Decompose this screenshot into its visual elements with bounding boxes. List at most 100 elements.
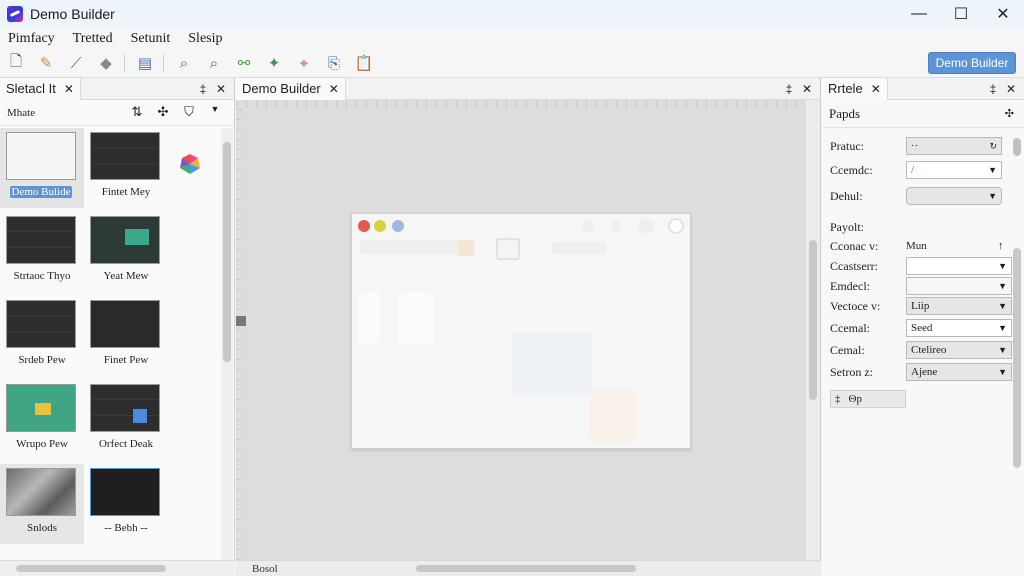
tab-properties[interactable]: Rrtele ✕ (822, 77, 888, 100)
property-dropdown[interactable]: Ajene ▼ (906, 363, 1012, 381)
chevron-down-icon[interactable]: ▼ (202, 104, 228, 120)
thumbnail-image (6, 468, 76, 516)
clipboard-icon[interactable]: 📋 (350, 51, 378, 75)
property-value: Mun (906, 240, 927, 252)
close-icon[interactable]: ✕ (871, 82, 881, 96)
list-item[interactable]: Demo Bulide (0, 128, 84, 208)
property-label: Emdecl: (830, 278, 870, 293)
property-value: / (911, 164, 915, 176)
title-bar: Demo Builder — ☐ ✕ (0, 0, 1024, 28)
canvas-vertical-scrollbar[interactable] (806, 100, 820, 560)
arrow-up-icon[interactable]: ↑ (998, 240, 1004, 252)
minimize-button[interactable]: — (898, 0, 940, 28)
copy-icon[interactable]: ⎘ (320, 51, 348, 75)
property-dropdown[interactable]: Liip ▼ (906, 297, 1012, 315)
filter-input[interactable]: Mhate (4, 104, 64, 122)
property-dropdown[interactable]: Seed ▼ (906, 319, 1012, 337)
wand-icon[interactable]: ✦ (260, 51, 288, 75)
property-dropdown[interactable]: / ▼ (906, 161, 1002, 179)
close-icon[interactable]: ✕ (212, 82, 230, 96)
demo-builder-button[interactable]: Demo Builder (928, 52, 1016, 74)
zoom-icon[interactable]: ⌕ (200, 51, 228, 75)
thumbnail-image (90, 132, 160, 180)
menu-item-4[interactable]: Slesip (188, 31, 222, 47)
pin-icon[interactable]: ⌖ (290, 51, 318, 75)
close-icon[interactable]: ✕ (798, 82, 816, 96)
sort-icon[interactable]: ⇅ (124, 104, 150, 120)
property-label: Vectoce v: (830, 298, 881, 313)
property-dropdown[interactable]: ▼ (906, 277, 1012, 295)
property-label: Ccastserr: (830, 258, 878, 273)
ghost-toolbar (360, 240, 470, 254)
layout-icon[interactable]: ▤ (131, 51, 159, 75)
brush-icon[interactable]: ⟋ (62, 51, 90, 75)
chevron-down-icon: ▼ (998, 301, 1007, 311)
toolbar: 🗋 ✎ ⟋ ◆ ▤ ⌕ ⌕ ⚯ ✦ ⌖ ⎘ 📋 Demo Builder (0, 49, 1024, 78)
thumbnail-label: Strtaoc Thyo (13, 270, 71, 282)
property-field[interactable]: ·· ↻ (906, 137, 1002, 155)
canvas-horizontal-scrollbar[interactable]: Bosol (236, 560, 821, 576)
list-item[interactable]: -- Bebh -- (84, 464, 164, 544)
thumbnail-label: Orfect Deak (98, 438, 154, 450)
close-button[interactable]: ✕ (982, 0, 1024, 28)
property-row: Ccemdc: / ▼ (822, 160, 1012, 180)
close-icon[interactable]: ✕ (329, 82, 339, 96)
maximize-dot-icon (392, 220, 404, 232)
tab-left[interactable]: Sletacl It ✕ (0, 77, 81, 100)
search-icon[interactable]: ⌕ (170, 51, 198, 75)
filter-bar: Mhate ⇅ ✣ ⛉ ▼ (0, 100, 234, 126)
pencil-icon[interactable]: ✎ (32, 51, 60, 75)
tab-demo-builder[interactable]: Demo Builder ✕ (236, 77, 346, 100)
resize-handle[interactable] (236, 316, 246, 326)
list-item[interactable]: Strtaoc Thyo (0, 212, 80, 292)
pin-panel-icon[interactable]: ‡ (780, 82, 798, 96)
thumbnail-image (6, 300, 76, 348)
property-dropdown[interactable]: Ctelireo ▼ (906, 341, 1012, 359)
list-item[interactable]: Fintet Mey (84, 128, 164, 208)
color-wheel-icon[interactable] (176, 150, 204, 178)
property-label: Dehul: (830, 188, 863, 203)
sparkle-icon[interactable]: ✣ (1005, 107, 1014, 120)
property-value: Ajene (911, 366, 938, 378)
properties-scrollbar[interactable] (1012, 134, 1022, 242)
properties-scrollbar-lower[interactable] (1012, 248, 1022, 478)
thumbnail-grid: Demo Bulide Fintet Mey Strtaoc Thyo Yeat… (0, 128, 220, 576)
menu-item-2[interactable]: Tretted (73, 31, 113, 47)
menu-item-1[interactable]: Pimfacy (8, 31, 55, 47)
eraser-icon[interactable]: ◆ (92, 51, 120, 75)
ghost-icon (668, 218, 684, 234)
horizontal-ruler (236, 100, 806, 108)
footer-control[interactable]: ‡ Θp (830, 390, 906, 408)
property-row: Dehul: ▼ (822, 186, 1012, 206)
thumbnail-image (90, 300, 160, 348)
list-item[interactable]: Yeat Mew (84, 212, 164, 292)
window-title: Demo Builder (30, 6, 115, 22)
close-icon[interactable]: ✕ (64, 82, 74, 96)
preview-window[interactable] (351, 213, 691, 449)
left-horizontal-scrollbar[interactable] (0, 560, 235, 576)
list-item[interactable]: Finet Pew (84, 296, 164, 376)
pin-panel-icon[interactable]: ‡ (194, 82, 212, 96)
close-icon[interactable]: ✕ (1002, 82, 1020, 96)
tab-label: Rrtele (828, 81, 863, 96)
ghost-icon (496, 238, 520, 260)
property-row: Pratuc: ·· ↻ (822, 136, 1012, 156)
menu-item-3[interactable]: Setunit (131, 31, 171, 47)
connect-icon[interactable]: ⚯ (230, 51, 258, 75)
list-item[interactable]: Orfect Deak (84, 380, 164, 460)
list-item[interactable]: Srdeb Pew (0, 296, 80, 376)
filter-icon[interactable]: ⛉ (176, 104, 202, 120)
new-file-icon[interactable]: 🗋 (2, 51, 30, 75)
sparkle-icon[interactable]: ✣ (150, 104, 176, 120)
maximize-button[interactable]: ☐ (940, 0, 982, 28)
property-dropdown[interactable]: ▼ (906, 257, 1012, 275)
pin-panel-icon[interactable]: ‡ (984, 82, 1002, 96)
thumbnail-label: Demo Bulide (10, 186, 72, 198)
refresh-icon[interactable]: ↻ (989, 141, 997, 152)
property-value: ·· (911, 140, 919, 152)
property-dropdown[interactable]: ▼ (906, 187, 1002, 205)
left-vertical-scrollbar[interactable] (221, 128, 233, 576)
ghost-icon (582, 220, 594, 232)
list-item[interactable]: Snlods (0, 464, 84, 544)
list-item[interactable]: Wrupo Pew (0, 380, 80, 460)
